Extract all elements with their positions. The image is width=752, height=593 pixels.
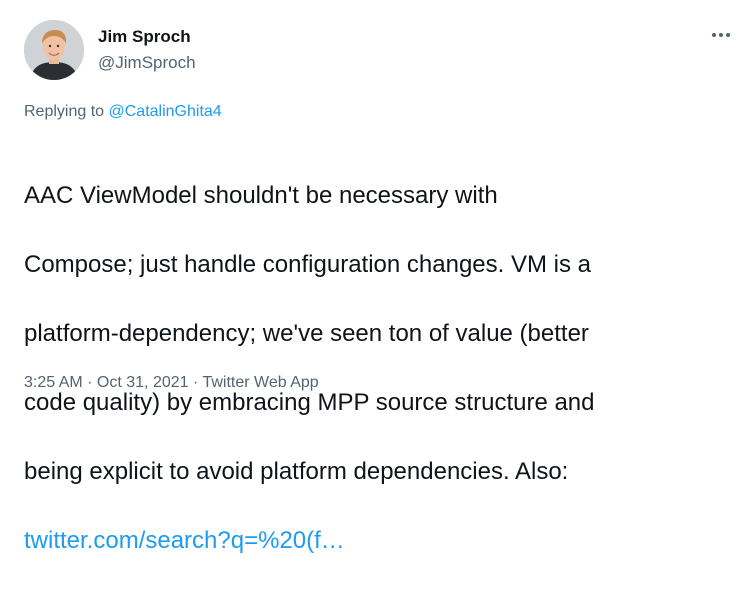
more-dots-icon: [719, 33, 723, 37]
tweet-text-line: AAC ViewModel shouldn't be necessary wit…: [24, 181, 498, 209]
tweet-text-line: Compose; just handle configuration chang…: [24, 250, 591, 278]
tweet-text-line: being explicit to avoid platform depende…: [24, 457, 569, 485]
reply-prefix: Replying to: [24, 103, 109, 120]
more-dots-icon: [712, 33, 716, 37]
reply-context: Replying to @CatalinGhita4: [24, 101, 222, 123]
more-options-button[interactable]: [708, 24, 734, 46]
tweet-link[interactable]: twitter.com/search?q=%20(f…: [24, 527, 345, 554]
author-handle[interactable]: @JimSproch: [98, 52, 196, 74]
avatar[interactable]: [24, 20, 84, 80]
tweet-text-line: platform-dependency; we've seen ton of v…: [24, 319, 589, 347]
tweet-time[interactable]: 3:25 AM: [24, 374, 83, 391]
avatar-photo: [24, 20, 84, 80]
author-block: Jim Sproch @JimSproch: [98, 26, 196, 74]
meta-separator: ·: [188, 374, 203, 391]
tweet-date[interactable]: Oct 31, 2021: [97, 374, 189, 391]
tweet-card[interactable]: Jim Sproch @JimSproch Replying to @Catal…: [0, 0, 752, 554]
tweet-source: Twitter Web App: [202, 374, 319, 391]
tweet-text: AAC ViewModel shouldn't be necessary wit…: [24, 144, 734, 593]
meta-separator: ·: [82, 374, 97, 391]
tweet-metadata: 3:25 AM · Oct 31, 2021 · Twitter Web App: [24, 372, 319, 394]
author-display-name[interactable]: Jim Sproch: [98, 26, 196, 48]
more-dots-icon: [726, 33, 730, 37]
reply-to-handle-link[interactable]: @CatalinGhita4: [109, 103, 222, 120]
